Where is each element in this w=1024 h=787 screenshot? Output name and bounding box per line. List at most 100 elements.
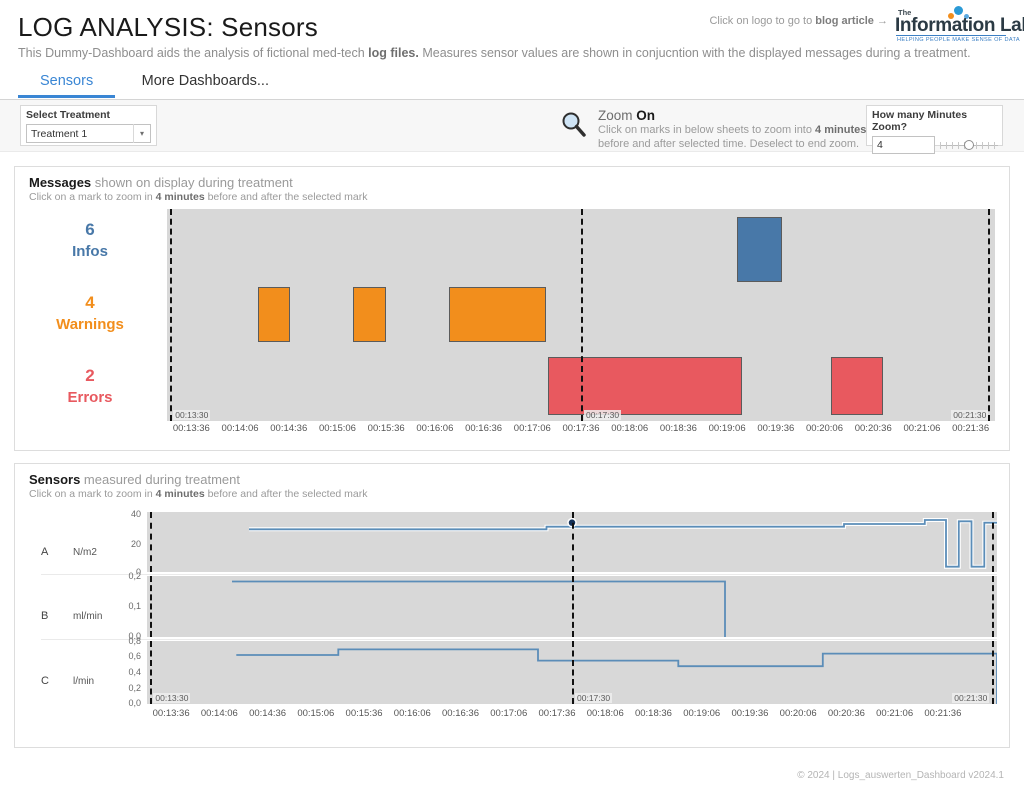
axis-tick: 00:21:36 (952, 423, 990, 434)
sensors-panel-subtitle: Click on a mark to zoom in 4 minutes bef… (15, 487, 1009, 500)
zoom-state: On (636, 108, 656, 123)
chevron-down-icon[interactable]: ▾ (133, 124, 150, 143)
zoom-description: Click on marks in below sheets to zoom i… (598, 123, 866, 151)
minutes-zoom-label: How many Minutes Zoom? (872, 109, 997, 133)
sensor-y-ticks: 0,2 0,1 0,0 (111, 571, 141, 641)
minutes-row: 4 (872, 136, 998, 154)
axis-tick: 00:17:06 (490, 708, 528, 719)
axis-tick: 00:16:36 (465, 423, 503, 434)
legend-errors-count: 2 (85, 366, 95, 385)
select-treatment-label: Select Treatment (26, 109, 111, 121)
reference-line (572, 576, 574, 637)
sensor-y-tick: 0,6 (128, 651, 141, 661)
sensors-panel: Sensors measured during treatment Click … (14, 463, 1010, 748)
sensor-y-tick: 0,8 (128, 636, 141, 646)
messages-title-bold: Messages (29, 175, 92, 190)
messages-sub-2: before and after the selected mark (204, 191, 368, 203)
sensors-time-axis: 00:13:36 00:14:06 00:14:36 00:15:06 00:15:36… (147, 706, 967, 724)
sensors-sub-2: before and after the selected mark (204, 488, 368, 500)
sensor-y-tick: 0,0 (128, 698, 141, 708)
zoom-desc-part-1: Click on marks in below sheets to zoom i… (598, 124, 816, 136)
page-subtitle: This Dummy-Dashboard aids the analysis o… (18, 45, 971, 61)
logo-dot-blue-large (954, 6, 963, 15)
message-bar-errors[interactable] (831, 357, 884, 415)
message-bar-warnings[interactable] (448, 287, 547, 342)
sensors-sub-bold: 4 minutes (155, 488, 205, 500)
sensor-plot-b[interactable] (147, 576, 997, 637)
reference-line (991, 576, 994, 637)
logo-divider (896, 35, 1006, 36)
minutes-label-part-2: Zoom? (872, 121, 907, 133)
sensor-plot-a[interactable] (147, 512, 997, 572)
axis-tick: 00:17:06 (513, 423, 551, 434)
information-lab-logo[interactable]: The Information Lab HELPING PEOPLE MAKE … (892, 6, 1024, 48)
legend-warnings-label: Warnings (56, 316, 124, 333)
reference-line (991, 512, 994, 572)
logo-name-text: Information Lab (895, 15, 1024, 36)
magnifier-icon (560, 110, 588, 140)
axis-tick: 00:21:06 (876, 708, 914, 719)
zoom-desc-minutes: 4 minutes (815, 124, 867, 136)
axis-tick: 00:14:06 (200, 708, 238, 719)
legend-infos-count: 6 (85, 220, 95, 239)
control-strip: Select Treatment Treatment 1 ▾ Zoom On C… (0, 100, 1024, 154)
axis-tick: 00:15:36 (367, 423, 405, 434)
logo-hint-bold: blog article (815, 15, 874, 27)
zoom-desc-part-2: before and after selected time. Deselect… (598, 138, 860, 150)
reference-line (581, 209, 583, 421)
dashboard-page: LOG ANALYSIS: Sensors This Dummy-Dashboa… (0, 0, 1024, 787)
axis-tick: 00:18:06 (611, 423, 649, 434)
page-header: LOG ANALYSIS: Sensors This Dummy-Dashboa… (0, 0, 1024, 70)
tab-more-dashboards[interactable]: More Dashboards... (120, 70, 291, 95)
minutes-input[interactable]: 4 (872, 136, 935, 154)
sensor-y-tick: 0,1 (128, 601, 141, 611)
messages-chart: 6 Infos 4 Warnings 2 Errors 00:13:30 00:1… (15, 209, 1009, 421)
sensors-chart: A N/m2 40 20 0 Bml/min 0,2 0,1 0,0 Cl/min 0,8 0,6 0,… (15, 506, 1011, 708)
axis-tick: 00:19:06 (708, 423, 746, 434)
legend-infos-label: Infos (72, 243, 108, 260)
message-bar-errors[interactable] (547, 357, 743, 415)
sensor-y-tick: 0,4 (128, 667, 141, 677)
sensor-row-divider (41, 639, 997, 640)
messages-panel-subtitle: Click on a mark to zoom in 4 minutes bef… (15, 190, 1009, 203)
axis-tick: 00:16:06 (393, 708, 431, 719)
reference-line-label: 00:17:30 (575, 693, 613, 703)
treatment-select[interactable]: Treatment 1 ▾ (26, 124, 151, 143)
axis-tick: 00:20:06 (806, 423, 844, 434)
sensor-row-b: Bml/min 0,2 0,1 0,0 (15, 571, 1011, 641)
messages-panel: Messages shown on display during treatme… (14, 166, 1010, 451)
axis-tick: 00:16:36 (442, 708, 480, 719)
sensor-y-tick: 0,2 (128, 571, 141, 581)
message-bar-warnings[interactable] (258, 287, 291, 342)
legend-warnings: 4 Warnings (15, 292, 165, 336)
messages-sub-1: Click on a mark to zoom in (29, 191, 156, 203)
sensor-y-tick: 40 (130, 509, 141, 519)
sensor-unit: l/min (73, 676, 95, 687)
axis-tick: 00:16:06 (416, 423, 454, 434)
axis-tick: 00:14:36 (249, 708, 287, 719)
tab-bar: Sensors More Dashboards... (0, 70, 1024, 100)
tab-sensors[interactable]: Sensors (18, 70, 116, 98)
axis-tick: 00:15:06 (318, 423, 356, 434)
zoom-title: Zoom On (598, 108, 866, 123)
reference-line-label: 00:13:30 (153, 693, 191, 703)
sensor-plot-c[interactable]: 00:13:30 00:17:30 00:21:30 (147, 641, 997, 704)
reference-line (150, 641, 153, 704)
axis-tick: 00:15:06 (297, 708, 335, 719)
messages-time-axis: 00:13:36 00:14:06 00:14:36 00:15:06 00:15:36… (167, 421, 995, 439)
messages-plot-area[interactable]: 00:13:30 00:17:30 00:21:30 (167, 209, 995, 421)
sensors-sub-1: Click on a mark to zoom in (29, 488, 156, 500)
messages-title-rest: shown on display during treatment (91, 175, 293, 190)
arrow-right-icon: → (877, 15, 888, 27)
axis-tick: 00:18:36 (659, 423, 697, 434)
reference-line (572, 512, 574, 572)
message-bar-warnings[interactable] (353, 287, 386, 342)
message-bar-infos[interactable] (736, 217, 783, 282)
messages-legend: 6 Infos 4 Warnings 2 Errors (15, 209, 165, 421)
minutes-slider[interactable] (940, 136, 998, 154)
axis-tick: 00:18:36 (634, 708, 672, 719)
footer-text: © 2024 | Logs_auswerten_Dashboard v2024.… (797, 770, 1004, 781)
sensor-row-c: Cl/min 0,8 0,6 0,4 0,2 0,0 00:13:30 00:17:30 00:… (15, 636, 1011, 708)
slider-knob[interactable] (964, 140, 974, 150)
axis-tick: 00:13:36 (152, 708, 190, 719)
